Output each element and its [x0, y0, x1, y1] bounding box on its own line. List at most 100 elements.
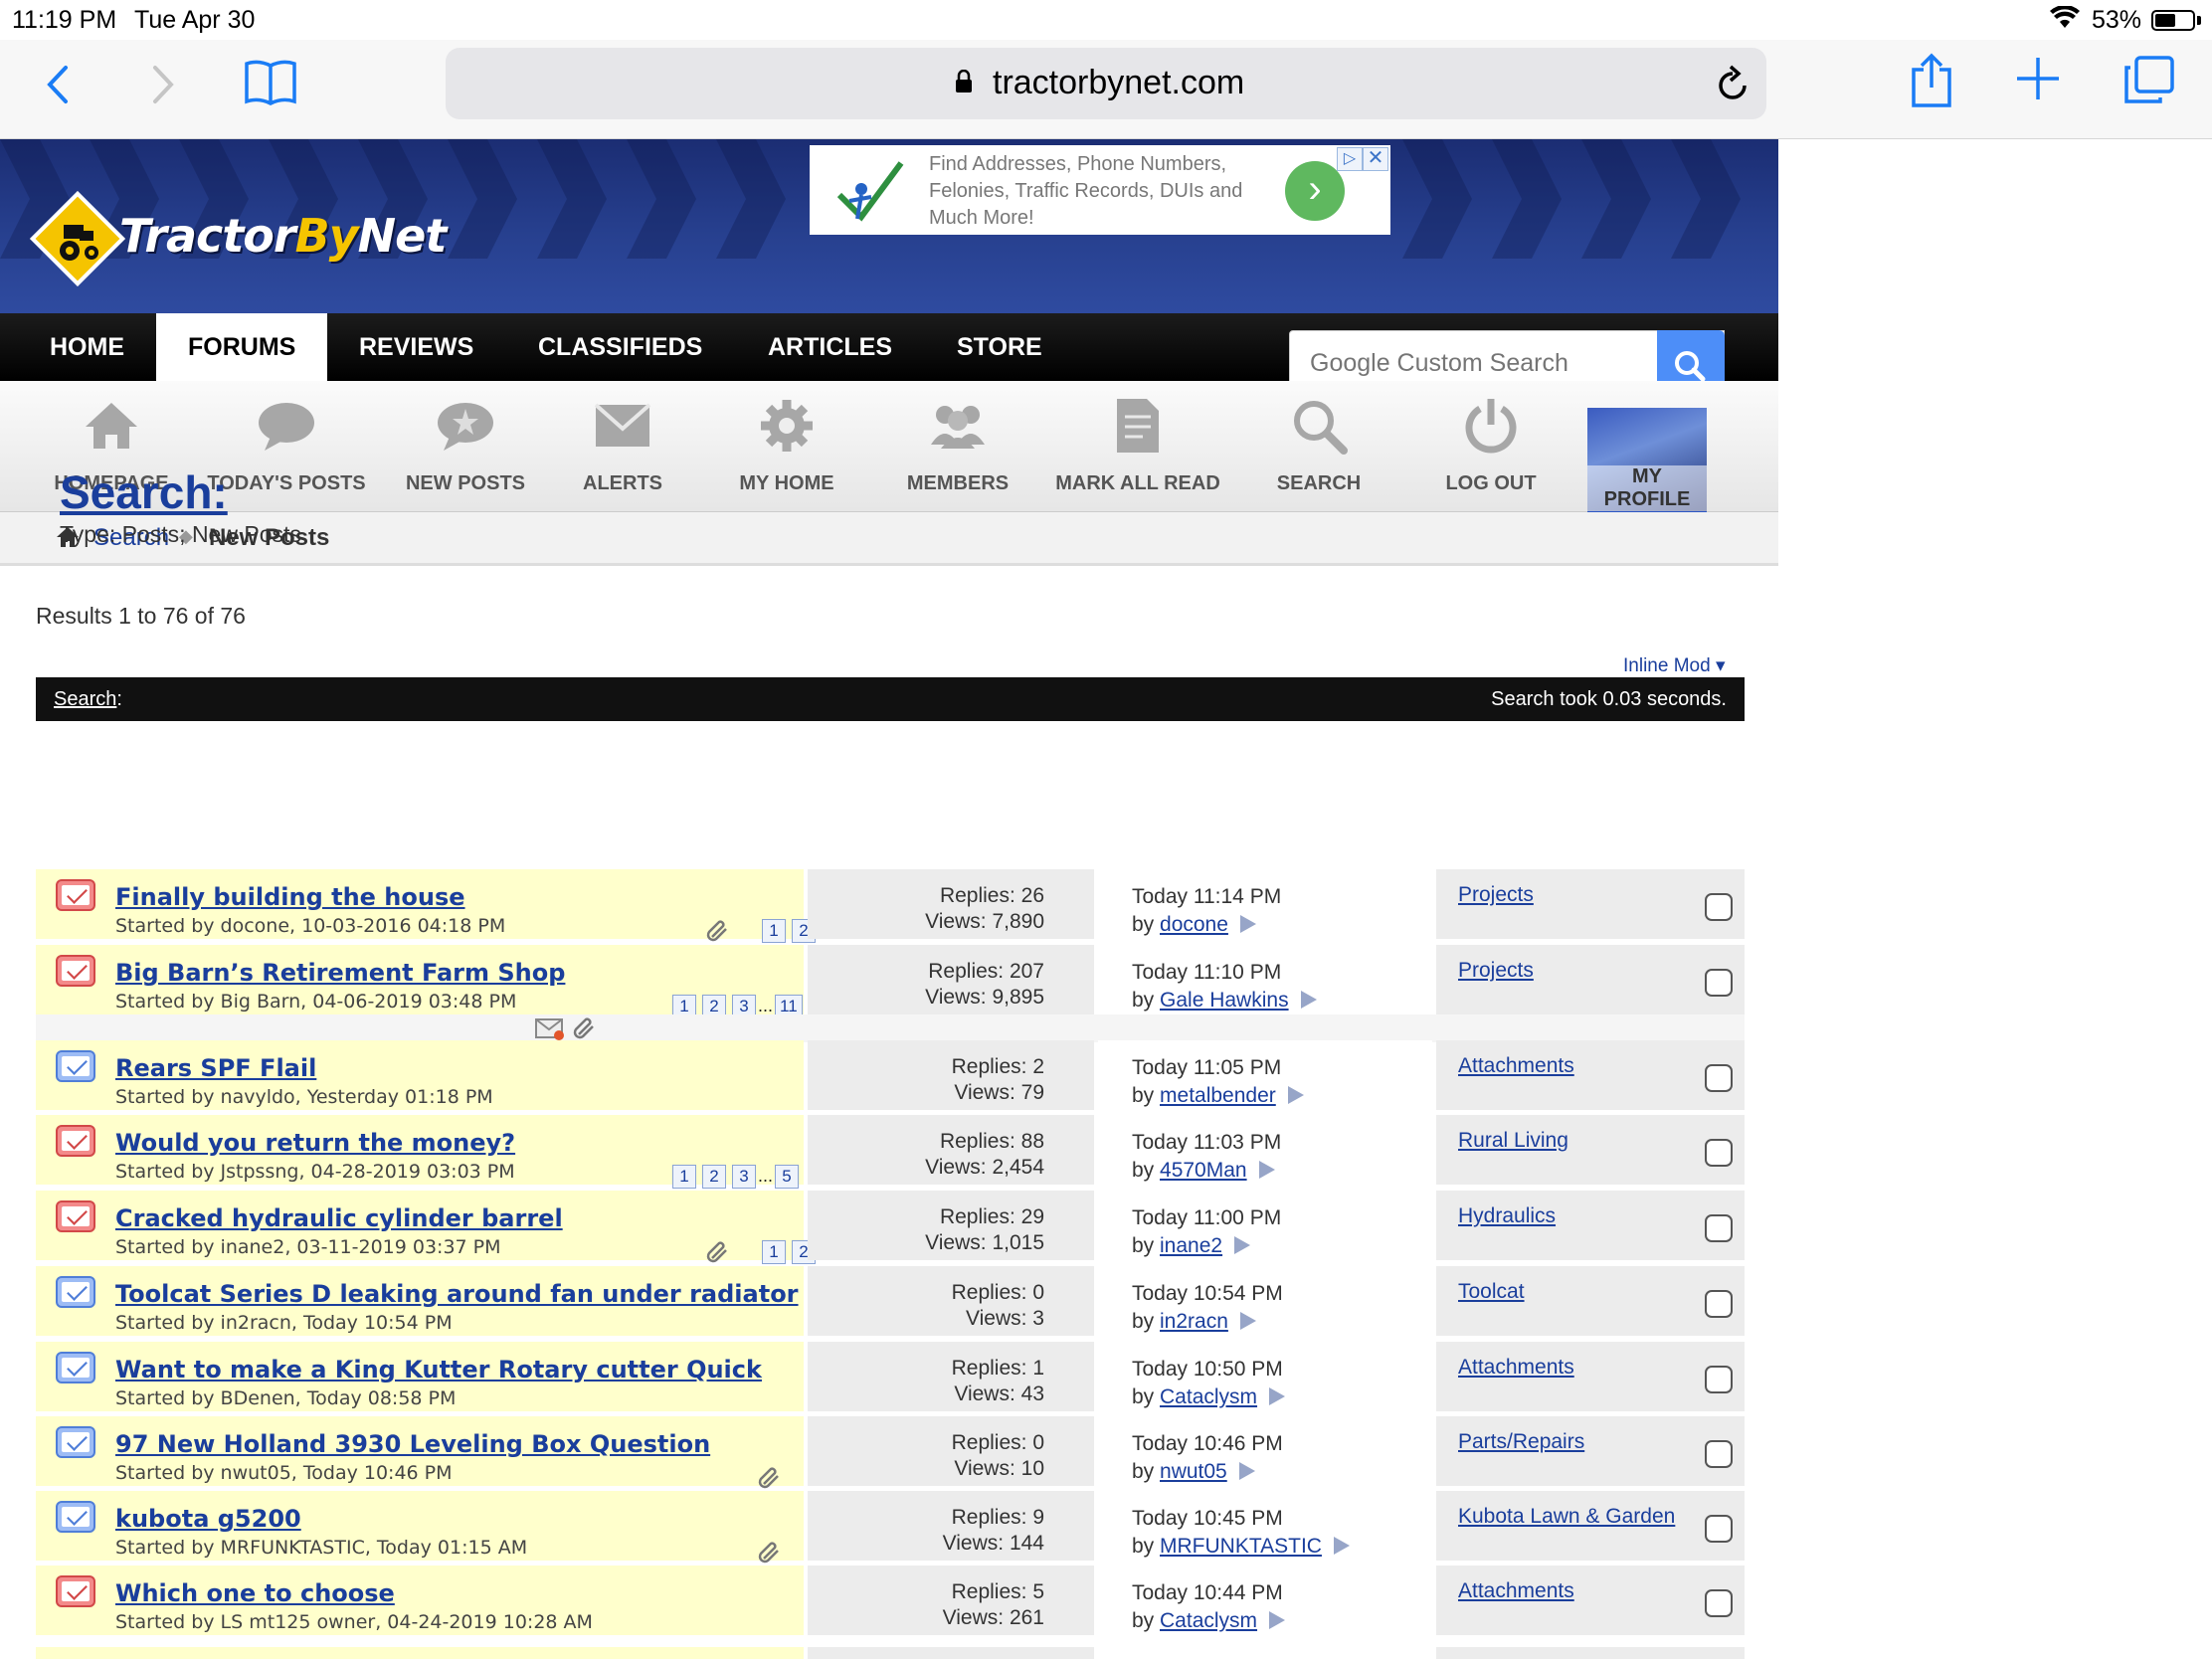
go-to-last-post-icon[interactable]: [1333, 1537, 1350, 1555]
select-checkbox[interactable]: [1705, 1515, 1733, 1543]
nav-reviews[interactable]: REVIEWS: [327, 313, 505, 381]
select-checkbox[interactable]: [1705, 1214, 1733, 1242]
subnav-todays-posts[interactable]: TODAY'S POSTS: [207, 393, 366, 495]
page-link[interactable]: 3: [732, 1165, 756, 1189]
back-icon[interactable]: [44, 62, 72, 112]
ad-banner[interactable]: Find Addresses, Phone Numbers, Felonies,…: [810, 145, 1390, 235]
thread-title-link[interactable]: Want to make a King Kutter Rotary cutter…: [115, 1356, 762, 1383]
reload-icon[interactable]: [1715, 64, 1751, 108]
last-poster-link[interactable]: 4570Man: [1160, 1159, 1247, 1182]
go-to-last-post-icon[interactable]: [1234, 1236, 1251, 1254]
ad-close-icon[interactable]: ✕: [1363, 147, 1388, 171]
subnav-new-posts[interactable]: NEW POSTS: [404, 393, 527, 495]
thread-title-link[interactable]: 97 New Holland 3930 Leveling Box Questio…: [115, 1430, 710, 1458]
thread-title-link[interactable]: Which one to choose: [115, 1579, 395, 1607]
thread-title-link[interactable]: Would you return the money?: [115, 1129, 515, 1157]
forum-link[interactable]: Hydraulics: [1458, 1204, 1556, 1228]
views-count: Views: 144: [942, 1532, 1044, 1555]
subnav-alerts[interactable]: ALERTS: [567, 393, 678, 495]
thread-stats-cell: Replies: 0 Views: 3: [808, 1266, 1094, 1336]
forum-link[interactable]: Projects: [1458, 883, 1534, 907]
forum-link[interactable]: Parts/Repairs: [1458, 1430, 1584, 1454]
go-to-last-post-icon[interactable]: [1269, 1611, 1286, 1629]
page-link[interactable]: 5: [775, 1165, 800, 1189]
last-poster-link[interactable]: nwut05: [1160, 1460, 1227, 1483]
site-logo[interactable]: TractorByNet: [119, 209, 447, 263]
go-to-last-post-icon[interactable]: [1287, 1086, 1304, 1104]
forum-link[interactable]: Attachments: [1458, 1579, 1574, 1603]
thread-stats-cell: Replies: 1 Views: 43: [808, 1342, 1094, 1411]
select-checkbox[interactable]: [1705, 1290, 1733, 1318]
ad-go-icon[interactable]: ›: [1285, 161, 1345, 221]
page-title[interactable]: Search:: [60, 465, 228, 519]
thread-stats-cell: Replies: 5 Views: 261: [808, 1566, 1094, 1635]
subnav-members[interactable]: MEMBERS: [901, 393, 1014, 495]
subnav-mark-all-read[interactable]: MARK ALL READ: [1054, 393, 1221, 495]
search-input[interactable]: [1310, 349, 1608, 378]
thread-title-link[interactable]: Big Barn’s Retirement Farm Shop: [115, 959, 565, 987]
browser-toolbar: tractorbynet.com: [0, 40, 2212, 139]
nav-store[interactable]: STORE: [925, 313, 1074, 381]
thread-title-link[interactable]: Toolcat Series D leaking around fan unde…: [115, 1280, 799, 1308]
ad-info-icon[interactable]: ▷: [1337, 147, 1363, 171]
thread-title-link[interactable]: kubota g5200: [115, 1505, 301, 1533]
select-checkbox[interactable]: [1705, 893, 1733, 921]
select-checkbox[interactable]: [1705, 969, 1733, 997]
last-poster-link[interactable]: inane2: [1160, 1234, 1222, 1257]
select-checkbox[interactable]: [1705, 1064, 1733, 1092]
go-to-last-post-icon[interactable]: [1238, 1462, 1255, 1480]
go-to-last-post-icon[interactable]: [1258, 1161, 1275, 1179]
page-link[interactable]: 1: [672, 1165, 696, 1189]
thread-title-link[interactable]: Finally building the house: [115, 883, 465, 911]
new-tab-icon[interactable]: [2015, 56, 2061, 106]
go-to-last-post-icon[interactable]: [1300, 991, 1317, 1009]
views-count: Views: 2,454: [925, 1156, 1044, 1179]
page-link[interactable]: 1: [762, 1240, 786, 1264]
subnav-my-home[interactable]: MY HOME: [732, 393, 841, 495]
last-poster-link[interactable]: MRFUNKTASTIC: [1160, 1535, 1322, 1558]
forum-link[interactable]: Kubota Lawn & Garden: [1458, 1505, 1675, 1529]
tabs-icon[interactable]: [2122, 56, 2174, 110]
tractor-logo-icon[interactable]: [29, 190, 126, 291]
forward-icon[interactable]: [149, 62, 177, 112]
go-to-last-post-icon[interactable]: [1269, 1387, 1286, 1405]
last-poster-link[interactable]: Cataclysm: [1160, 1385, 1257, 1408]
share-icon[interactable]: [1910, 52, 1953, 114]
forum-link[interactable]: Rural Living: [1458, 1129, 1568, 1153]
inline-mod-menu[interactable]: Inline Mod ▾: [1623, 654, 1726, 677]
last-poster-link[interactable]: Gale Hawkins: [1160, 989, 1289, 1012]
thread-title-link[interactable]: Rears SPF Flail: [115, 1054, 316, 1082]
go-to-last-post-icon[interactable]: [1239, 915, 1256, 933]
last-poster-link[interactable]: in2racn: [1160, 1310, 1228, 1333]
last-poster-link[interactable]: metalbender: [1160, 1084, 1276, 1107]
wifi-icon: [2049, 5, 2081, 37]
my-profile-avatar[interactable]: MY PROFILE: [1587, 408, 1707, 515]
replies-count: Replies: 207: [928, 960, 1044, 983]
select-checkbox[interactable]: [1705, 1589, 1733, 1617]
thread-title-link[interactable]: Cracked hydraulic cylinder barrel: [115, 1204, 563, 1232]
select-checkbox[interactable]: [1705, 1139, 1733, 1167]
nav-forums[interactable]: FORUMS: [156, 313, 328, 381]
nav-home[interactable]: HOME: [18, 313, 156, 381]
subnav-search[interactable]: SEARCH: [1273, 393, 1365, 495]
subnav-log-out[interactable]: LOG OUT: [1440, 393, 1542, 495]
nav-articles[interactable]: ARTICLES: [736, 313, 924, 381]
last-poster-link[interactable]: Cataclysm: [1160, 1609, 1257, 1632]
table-header-search[interactable]: Search:: [54, 688, 122, 711]
nav-classifieds[interactable]: CLASSIFIEDS: [506, 313, 734, 381]
address-bar[interactable]: tractorbynet.com: [446, 48, 1766, 119]
select-checkbox[interactable]: [1705, 1366, 1733, 1393]
bookmarks-icon[interactable]: [243, 58, 298, 112]
page-link[interactable]: 2: [702, 1165, 726, 1189]
last-poster-link[interactable]: docone: [1160, 913, 1228, 936]
forum-link[interactable]: Toolcat: [1458, 1280, 1525, 1304]
select-checkbox[interactable]: [1705, 1440, 1733, 1468]
go-to-last-post-icon[interactable]: [1239, 1312, 1256, 1330]
page-link[interactable]: 1: [762, 919, 786, 943]
last-post-cell: Today 11:00 PM by inane2: [1098, 1191, 1432, 1260]
forum-link[interactable]: Attachments: [1458, 1054, 1574, 1078]
paperclip-icon: [758, 1466, 782, 1490]
forum-link[interactable]: Attachments: [1458, 1356, 1574, 1380]
last-post-time: Today 11:03 PM: [1132, 1131, 1282, 1154]
forum-link[interactable]: Projects: [1458, 959, 1534, 983]
